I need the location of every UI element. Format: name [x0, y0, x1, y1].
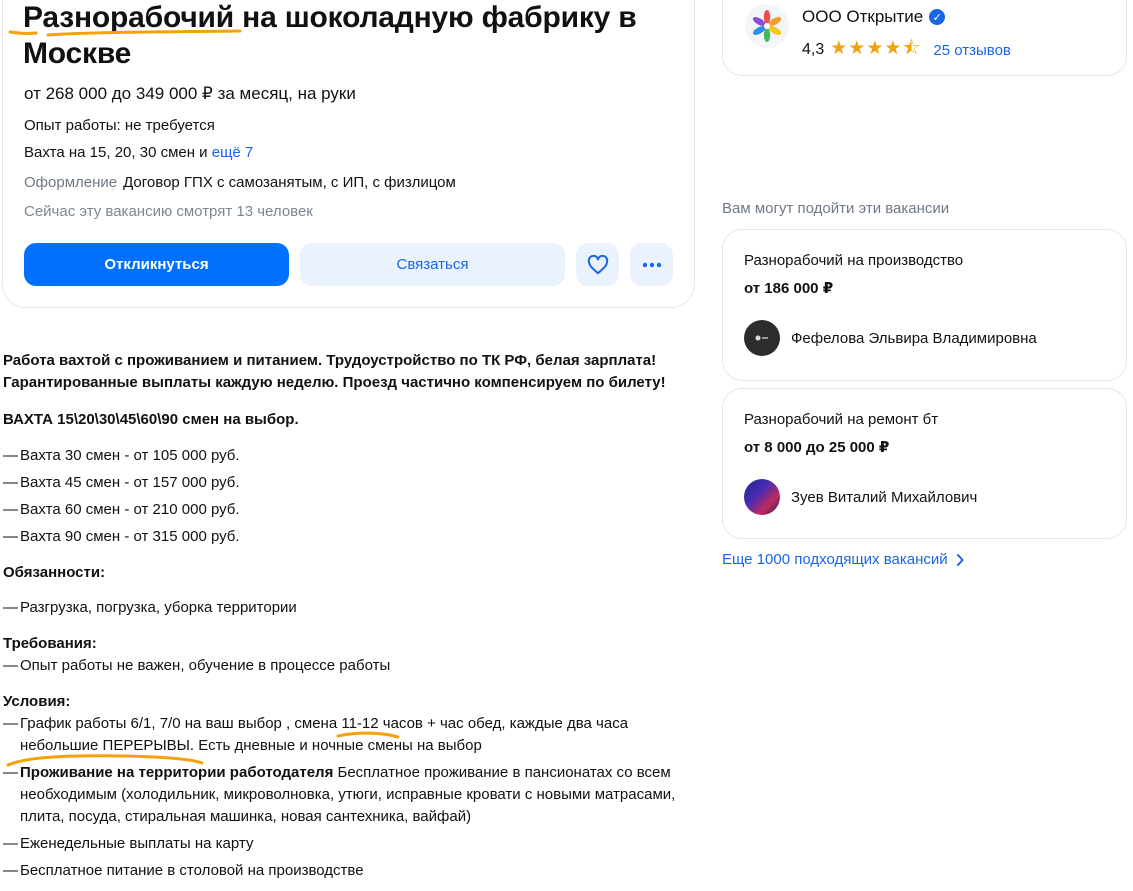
- list-item: — Вахта 60 смен - от 210 000 руб.: [3, 501, 240, 518]
- recommendations-heading: Вам могут подойти эти вакансии: [722, 200, 950, 217]
- list-item: — Проживание на территории работодателя Б…: [3, 764, 676, 825]
- shift-heading: ВАХТА 15\20\30\45\60\90 смен на выбор.: [3, 411, 299, 428]
- employer-logo[interactable]: [745, 4, 789, 48]
- recommended-vacancy-salary: от 186 000 ₽: [744, 280, 834, 297]
- list-item: — График работы 6/1, 7/0 на ваш выбор , с…: [3, 715, 629, 754]
- employment-label: Оформление: [24, 174, 118, 191]
- apply-button[interactable]: Откликнуться: [24, 243, 289, 286]
- employment-value: Договор ГПХ с самозанятым, с ИП, с физли…: [123, 174, 456, 191]
- requirements-heading: Требования:: [3, 635, 97, 652]
- recommended-vacancy-title[interactable]: Разнорабочий на производство: [744, 252, 963, 269]
- more-vacancies-label[interactable]: Еще 1000 подходящих вакансий: [722, 551, 948, 568]
- intro-line-1: Работа вахтой с проживанием и питанием. …: [3, 352, 657, 369]
- recommended-vacancy-contact: Зуев Виталий Михайлович: [744, 479, 977, 515]
- recommended-vacancy-contact: Фефелова Эльвира Владимировна: [744, 320, 1037, 356]
- employer-name-row[interactable]: ООО Открытие ✓: [802, 7, 946, 27]
- chevron-right-icon: [956, 553, 964, 566]
- recommended-vacancy-card[interactable]: Разнорабочий на ремонт бт от 8 000 до 25…: [722, 388, 1127, 539]
- avatar: [744, 320, 780, 356]
- vacancy-title: Разнорабочий на шоколадную фабрику в Мос…: [23, 1, 637, 70]
- ellipsis-icon: [642, 262, 661, 267]
- more-vacancies-link[interactable]: Еще 1000 подходящих вакансий: [722, 551, 964, 568]
- recommended-vacancy-title[interactable]: Разнорабочий на ремонт бт: [744, 411, 938, 428]
- experience-text: Опыт работы: не требуется: [24, 117, 215, 134]
- contact-name: Зуев Виталий Михайлович: [791, 488, 978, 506]
- list-item: — Еженедельные выплаты на карту: [3, 835, 254, 852]
- vacancy-salary: от 268 000 до 349 000 ₽ за месяц, на рук…: [24, 84, 356, 103]
- rating-value: 4,3: [802, 41, 825, 58]
- vacancy-description: Работа вахтой с проживанием и питанием. …: [3, 350, 693, 882]
- rating-stars-icon: ★★★★⯪: [830, 38, 922, 59]
- recommended-vacancy-salary: от 8 000 до 25 000 ₽: [744, 439, 890, 456]
- heart-icon: [587, 254, 608, 274]
- list-item: — Вахта 45 смен - от 157 000 руб.: [3, 474, 240, 491]
- employer-rating-row: 4,3 ★★★★⯪ 25 отзывов: [802, 34, 1011, 66]
- reviews-link[interactable]: 25 отзывов: [933, 42, 1011, 59]
- viewers-text: Сейчас эту вакансию смотрят 13 человек: [24, 203, 313, 220]
- list-item: — Вахта 90 смен - от 315 000 руб.: [3, 528, 240, 545]
- recommended-vacancy-card[interactable]: Разнорабочий на производство от 186 000 …: [722, 229, 1127, 381]
- intro-line-2: Гарантированные выплаты каждую неделю. П…: [3, 374, 666, 391]
- more-options-button[interactable]: [630, 243, 673, 286]
- shift-text: Вахта на 15, 20, 30 смен и: [24, 144, 208, 161]
- verified-icon: ✓: [929, 9, 946, 25]
- conditions-heading: Условия:: [3, 693, 71, 710]
- employer-name[interactable]: ООО Открытие: [802, 7, 923, 27]
- list-item: — Вахта 30 смен - от 105 000 руб.: [3, 447, 240, 464]
- duties-heading: Обязанности:: [3, 564, 106, 581]
- contact-button[interactable]: Связаться: [300, 243, 565, 286]
- list-item: — Бесплатное питание в столовой на произв…: [3, 862, 364, 879]
- shift-more-link[interactable]: ещё 7: [212, 144, 254, 161]
- shift-line: Вахта на 15, 20, 30 смен и ещё 7: [24, 144, 253, 161]
- flower-logo-icon: [752, 10, 782, 42]
- favorite-button[interactable]: [576, 243, 619, 286]
- list-item: — Разгрузка, погрузка, уборка территории: [3, 599, 297, 616]
- employment-line: Оформление Договор ГПХ с самозанятым, с И…: [24, 174, 456, 191]
- avatar: [744, 479, 780, 515]
- shift-list: — Вахта 30 смен - от 105 000 руб. — Вахта …: [3, 445, 693, 548]
- contact-name: Фефелова Эльвира Владимировна: [791, 329, 1037, 347]
- list-item: — Опыт работы не важен, обучение в процес…: [3, 657, 391, 674]
